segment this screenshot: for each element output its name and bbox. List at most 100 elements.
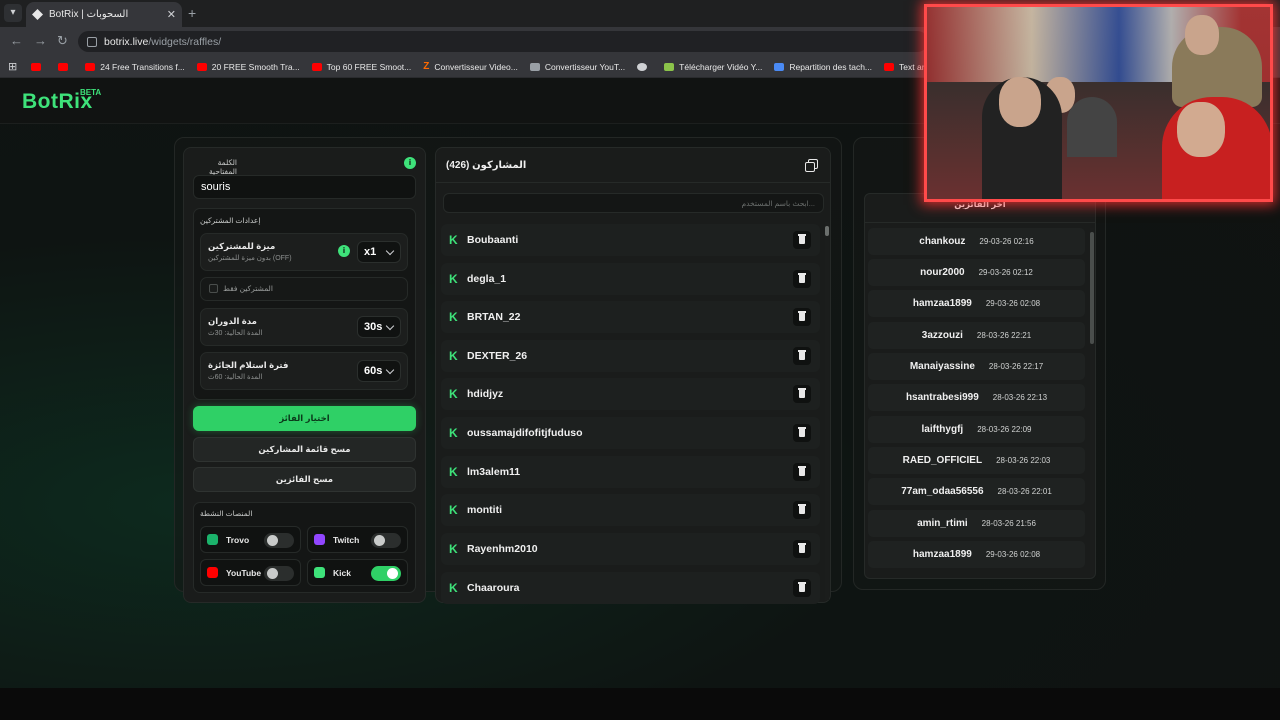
winner-row: 77am_odaa56556 28-03-26 22:01 xyxy=(868,478,1085,505)
divider xyxy=(864,222,1096,223)
youtube-icon xyxy=(31,62,42,71)
platform-name: Twitch xyxy=(333,534,360,545)
delete-participant-button[interactable] xyxy=(793,463,811,481)
participant-row: K BRTAN_22 xyxy=(441,301,820,333)
platform-trovo: Trovo xyxy=(200,526,301,553)
youtube-icon xyxy=(207,567,218,578)
kick-icon: K xyxy=(449,464,458,479)
kick-icon: K xyxy=(449,425,458,440)
winner-date: 29-03-26 02:08 xyxy=(985,550,1041,559)
claim-period-title: فترة استلام الجائزة xyxy=(208,360,289,370)
bookmark-item[interactable] xyxy=(58,62,73,71)
keyword-value: souris xyxy=(201,181,231,193)
new-tab-button[interactable]: + xyxy=(188,5,196,21)
winner-date: 29-03-26 02:12 xyxy=(978,268,1033,277)
clear-participants-button[interactable]: مسح قائمة المشاركين xyxy=(193,437,416,462)
sub-bonus-select[interactable]: x1 xyxy=(357,241,401,263)
apps-grid-icon[interactable]: ⊞ xyxy=(8,60,17,73)
delete-participant-button[interactable] xyxy=(793,385,811,403)
tab-title: BotRix | السحوبات xyxy=(49,9,129,20)
bookmark-item[interactable] xyxy=(31,62,46,71)
participant-name: degla_1 xyxy=(467,273,507,285)
delete-participant-button[interactable] xyxy=(793,231,811,249)
kick-toggle[interactable] xyxy=(371,566,401,581)
chevron-down-icon xyxy=(385,365,395,375)
info-icon[interactable]: i xyxy=(404,157,416,169)
forward-icon[interactable]: → xyxy=(34,33,47,48)
winner-date: 29-03-26 02:08 xyxy=(985,299,1041,308)
tab-search-button[interactable]: ▾ xyxy=(4,4,22,22)
bookmark-item[interactable]: 20 FREE Smooth Tra... xyxy=(196,62,300,72)
pick-winner-button[interactable]: اختيار الفائز xyxy=(193,406,416,431)
spin-duration-subtitle: المدة الحالية: 30ث xyxy=(208,330,263,337)
delete-participant-button[interactable] xyxy=(793,424,811,442)
clear-winners-button[interactable]: مسح الفائزين xyxy=(193,467,416,492)
info-icon[interactable]: i xyxy=(338,245,350,257)
participant-row: K Rayenhm2010 xyxy=(441,533,820,565)
winner-row: RAED_OFFICIEL 28-03-26 22:03 xyxy=(868,447,1085,474)
spin-duration-value: 30s xyxy=(364,321,383,333)
trovo-toggle[interactable] xyxy=(264,533,294,548)
delete-participant-button[interactable] xyxy=(793,540,811,558)
youtube-icon xyxy=(196,62,207,71)
back-icon[interactable]: ← xyxy=(10,33,23,48)
claim-period-select[interactable]: 60s xyxy=(357,360,401,382)
tab-close-icon[interactable]: ✕ xyxy=(167,8,176,21)
copy-icon[interactable] xyxy=(805,159,819,173)
winners-scrollbar[interactable] xyxy=(1090,228,1094,576)
participants-scrollbar[interactable] xyxy=(825,222,829,600)
winner-name: amin_rtimi xyxy=(917,518,968,529)
subs-only-label: المشتركين فقط xyxy=(223,284,273,293)
kick-icon: K xyxy=(449,232,458,247)
winner-date: 28-03-26 21:56 xyxy=(981,519,1036,528)
bookmark-item[interactable]: Convertisseur YouT... xyxy=(529,62,625,72)
bookmark-item[interactable]: Repartition des tach... xyxy=(774,62,872,72)
bookmark-item[interactable]: Z Convertisseur Video... xyxy=(423,61,518,72)
botrix-favicon-icon xyxy=(32,9,43,20)
bookmark-item[interactable]: 24 Free Transitions f... xyxy=(85,62,185,72)
delete-participant-button[interactable] xyxy=(793,579,811,597)
reload-icon[interactable]: ↻ xyxy=(57,33,68,49)
keyword-input[interactable]: souris xyxy=(193,175,416,199)
kick-icon: K xyxy=(449,348,458,363)
participant-search-input[interactable]: ابحث باسم المستخدم... xyxy=(443,193,824,213)
chevron-down-icon xyxy=(385,321,395,331)
platform-kick: Kick xyxy=(307,559,408,586)
youtube-toggle[interactable] xyxy=(264,566,294,581)
winner-row: hamzaa1899 29-03-26 02:08 xyxy=(868,541,1085,568)
spin-duration-select[interactable]: 30s xyxy=(357,316,401,338)
url-field[interactable]: botrix.live/widgets/raffles/ xyxy=(78,31,928,52)
beta-badge: BETA xyxy=(80,88,102,97)
footer-bar xyxy=(0,688,1280,720)
youtube-icon xyxy=(85,62,96,71)
delete-participant-button[interactable] xyxy=(793,501,811,519)
subs-only-checkbox[interactable] xyxy=(209,284,218,293)
claim-period-subtitle: المدة الحالية: 60ث xyxy=(208,374,263,381)
delete-participant-button[interactable] xyxy=(793,270,811,288)
bookmark-item[interactable]: Télécharger Vidéo Y... xyxy=(664,62,762,72)
winner-date: 28-03-26 22:01 xyxy=(997,487,1052,496)
participant-name: hdidjyz xyxy=(467,388,504,400)
bookmark-item[interactable] xyxy=(637,62,652,71)
sub-bonus-title: ميزة للمشتركين xyxy=(208,241,276,251)
download-icon xyxy=(664,62,675,71)
delete-participant-button[interactable] xyxy=(793,308,811,326)
participant-row: Khdidjyz xyxy=(441,378,820,410)
winner-name: hamzaa1899 xyxy=(912,298,972,309)
twitch-toggle[interactable] xyxy=(371,533,401,548)
delete-participant-button[interactable] xyxy=(793,347,811,365)
browser-tab[interactable]: BotRix | السحوبات ✕ xyxy=(26,2,182,27)
participant-name: Boubaanti xyxy=(467,234,519,246)
platforms-title: المنصات النشطة xyxy=(200,509,253,518)
winner-row: hsantrabesi999 28-03-26 22:13 xyxy=(868,384,1085,411)
winner-date: 28-03-26 22:03 xyxy=(996,456,1051,465)
platform-name: Trovo xyxy=(226,534,250,545)
kick-icon: K xyxy=(449,309,458,324)
kick-icon xyxy=(314,567,325,578)
sub-bonus-value: x1 xyxy=(364,246,377,258)
site-info-icon[interactable] xyxy=(87,36,97,47)
kick-icon: K xyxy=(449,386,458,401)
bookmark-item[interactable]: Top 60 FREE Smoot... xyxy=(311,62,411,72)
winner-name: nour2000 xyxy=(920,267,965,278)
participant-row: Koussamajdifofitjfuduso xyxy=(441,417,820,449)
